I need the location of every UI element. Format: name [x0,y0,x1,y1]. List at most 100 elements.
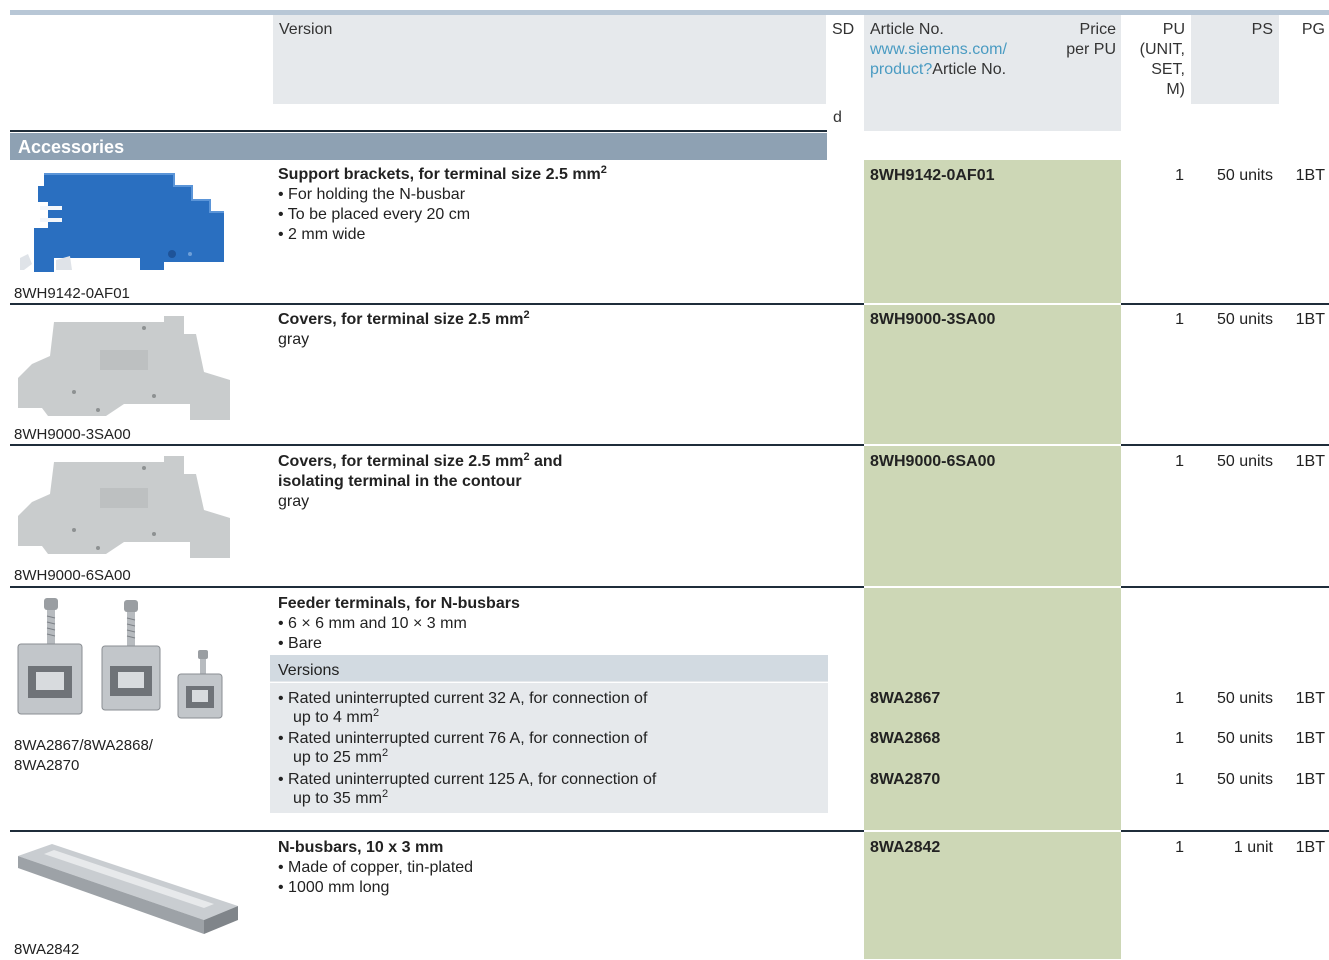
header-article-link[interactable]: www.siemens.com/ [870,40,1007,60]
header-version-bg [273,15,826,104]
versions-label: Versions [278,662,340,679]
header-article-link-line2: product?Article No. [870,60,1006,80]
version-3-description: • Rated uninterrupted current 125 A, for… [278,770,818,808]
row-5-title: N-busbars, 10 x 3 mm [278,839,444,856]
version-3-line2: up to 35 mm2 [293,788,389,808]
row-rule-1b [1121,303,1329,305]
version-2-article[interactable]: 8WA2868 [870,729,940,749]
header-article-no: Article No. [870,21,944,38]
versions-header [270,655,828,681]
row-rule-2b [1121,444,1329,446]
row-1-bullet-1: • For holding the N-busbar [278,186,466,203]
row-3-pg: 1BT [1295,453,1325,470]
header-price-line1: Price [1079,21,1116,38]
caption-row-4-line2: 8WA2870 [14,757,80,774]
row-1-pg: 1BT [1295,167,1325,184]
caption-row-3: 8WH9000-6SA00 [14,567,131,584]
version-3-line1: • Rated uninterrupted current 125 A, for… [278,771,657,788]
header-pu-line2: (UNIT, [1139,41,1185,58]
header-sd-d: d [833,109,842,126]
version-2-description: • Rated uninterrupted current 76 A, for … [278,729,818,767]
row-rule-3b [1121,586,1329,588]
row-1-bullet-3: • 2 mm wide [278,226,366,243]
version-1-line1: • Rated uninterrupted current 32 A, for … [278,690,648,707]
cover-image [14,312,234,427]
row-5-ps: 1 unit [1233,839,1273,856]
row-3-pu: 1 [1175,453,1184,470]
version-1-pg: 1BT [1295,690,1325,707]
row-1-ps: 50 units [1216,167,1273,184]
row-3-ps: 50 units [1216,453,1273,470]
version-3-pu: 1 [1175,771,1184,788]
header-article-suffix: Article No. [932,61,1007,78]
row-3-title: Covers, for terminal size 2.5 mm2 and [278,451,563,471]
row-2-ps: 50 units [1216,311,1273,328]
row-3-sub: gray [278,493,310,510]
row-1-article[interactable]: 8WH9142-0AF01 [870,166,995,186]
row-4-title: Feeder terminals, for N-busbars [278,595,520,612]
header-ps: PS [1251,21,1273,38]
version-2-line1: • Rated uninterrupted current 76 A, for … [278,730,648,747]
version-1-description: • Rated uninterrupted current 32 A, for … [278,689,818,727]
row-2-sub: gray [278,331,310,348]
row-5-description: N-busbars, 10 x 3 mm • Made of copper, t… [278,838,818,898]
row-rule-2 [10,444,864,446]
row-rule-1 [10,303,864,305]
version-2-pg: 1BT [1295,730,1325,747]
row-rule-3 [10,586,864,588]
row-3-description: Covers, for terminal size 2.5 mm2 and is… [278,452,818,512]
header-pu-line4: M) [1166,81,1185,98]
row-1-pu: 1 [1175,167,1184,184]
row-5-pu: 1 [1175,839,1184,856]
row-1-description: Support brackets, for terminal size 2.5 … [278,165,818,245]
cover-isolating-image [14,454,234,564]
row-2-pg: 1BT [1295,311,1325,328]
version-2-line2: up to 25 mm2 [293,747,389,767]
header-article-link-2[interactable]: product? [870,61,932,78]
row-3-article[interactable]: 8WH9000-6SA00 [870,452,995,472]
row-4-bullet-2: • Bare [278,635,322,652]
header-price-line2: per PU [1066,41,1116,58]
caption-row-1: 8WH9142-0AF01 [14,285,130,302]
version-3-pg: 1BT [1295,771,1325,788]
row-5-article[interactable]: 8WA2842 [870,838,940,858]
row-1-bullet-2: • To be placed every 20 cm [278,206,471,223]
feeder-terminals-image [14,594,240,724]
version-3-ps: 50 units [1216,771,1273,788]
row-2-pu: 1 [1175,311,1184,328]
row-3-title-line2: isolating terminal in the contour [278,473,522,490]
header-rule [10,130,827,132]
version-1-pu: 1 [1175,690,1184,707]
row-2-description: Covers, for terminal size 2.5 mm2 gray [278,310,818,350]
row-4-bullet-1: • 6 × 6 mm and 10 × 3 mm [278,615,467,632]
section-title: Accessories [18,137,125,157]
row-2-title: Covers, for terminal size 2.5 mm2 [278,309,530,329]
article-bg-4 [864,588,1121,830]
version-2-ps: 50 units [1216,730,1273,747]
version-1-line2: up to 4 mm2 [293,707,380,727]
busbar-image [14,838,240,938]
support-bracket-image [14,166,234,281]
version-3-article[interactable]: 8WA2870 [870,770,940,790]
version-1-ps: 50 units [1216,690,1273,707]
header-sd: SD [832,21,855,38]
row-1-title: Support brackets, for terminal size 2.5 … [278,164,607,184]
header-version: Version [279,21,333,38]
caption-row-4: 8WA2867/8WA2868/ 8WA2870 [14,736,153,776]
row-rule-4 [10,830,864,832]
header-pu-line1: PU [1162,21,1185,38]
version-1-article[interactable]: 8WA2867 [870,689,940,709]
row-2-article[interactable]: 8WH9000-3SA00 [870,310,995,330]
header-price: Price per PU [1040,20,1116,60]
header-pg: PG [1301,21,1325,38]
row-5-bullet-1: • Made of copper, tin-plated [278,859,474,876]
section-bar [10,133,827,160]
caption-row-2: 8WH9000-3SA00 [14,426,131,443]
row-4-description: Feeder terminals, for N-busbars • 6 × 6 … [278,594,818,654]
caption-row-5: 8WA2842 [14,941,80,958]
version-2-pu: 1 [1175,730,1184,747]
caption-row-4-line1: 8WA2867/8WA2868/ [14,737,153,754]
row-5-bullet-2: • 1000 mm long [278,879,390,896]
versions-divider [270,682,828,683]
row-rule-4b [1121,830,1329,832]
